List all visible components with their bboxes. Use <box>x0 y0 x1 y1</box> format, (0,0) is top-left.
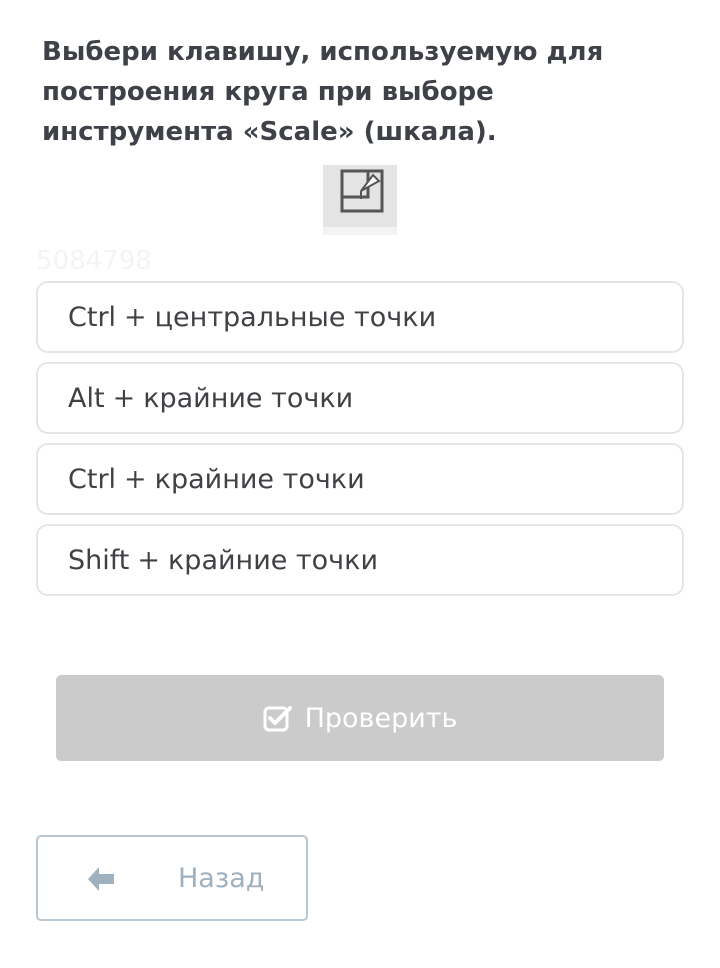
check-button[interactable]: Проверить <box>56 675 664 761</box>
option-plus: + <box>124 463 147 495</box>
answer-option-2[interactable]: Alt + крайние точки <box>36 362 684 434</box>
option-key: Ctrl <box>68 301 117 333</box>
arrow-left-icon <box>88 867 114 891</box>
answer-options: Ctrl + центральные точки Alt + крайние т… <box>36 281 684 605</box>
option-text: крайние точки <box>154 463 365 495</box>
option-text: центральные точки <box>154 301 437 333</box>
answer-option-1[interactable]: Ctrl + центральные точки <box>36 281 684 353</box>
option-text: крайние точки <box>143 382 354 414</box>
back-button-label: Назад <box>178 863 265 894</box>
option-text: крайние точки <box>168 544 378 576</box>
check-button-label: Проверить <box>304 702 458 734</box>
watermark-number: 5084798 <box>36 246 152 276</box>
answer-option-3[interactable]: Ctrl + крайние точки <box>36 443 684 515</box>
quiz-page: Выбери клавишу, используемую для построе… <box>0 0 720 968</box>
checkbox-check-icon <box>263 706 292 732</box>
option-key: Alt <box>68 382 105 414</box>
scale-tool-image <box>323 165 397 235</box>
scale-tool-icon <box>340 169 384 213</box>
option-key: Ctrl <box>68 463 117 495</box>
image-strip <box>323 227 397 235</box>
option-plus: + <box>112 382 136 414</box>
question-text: Выбери клавишу, используемую для построе… <box>42 37 604 147</box>
answer-option-4[interactable]: Shift + крайние точки <box>36 524 684 596</box>
option-plus: + <box>124 301 147 333</box>
option-key: Shift <box>68 544 130 576</box>
option-plus: + <box>137 544 160 576</box>
back-button[interactable]: Назад <box>36 835 308 921</box>
